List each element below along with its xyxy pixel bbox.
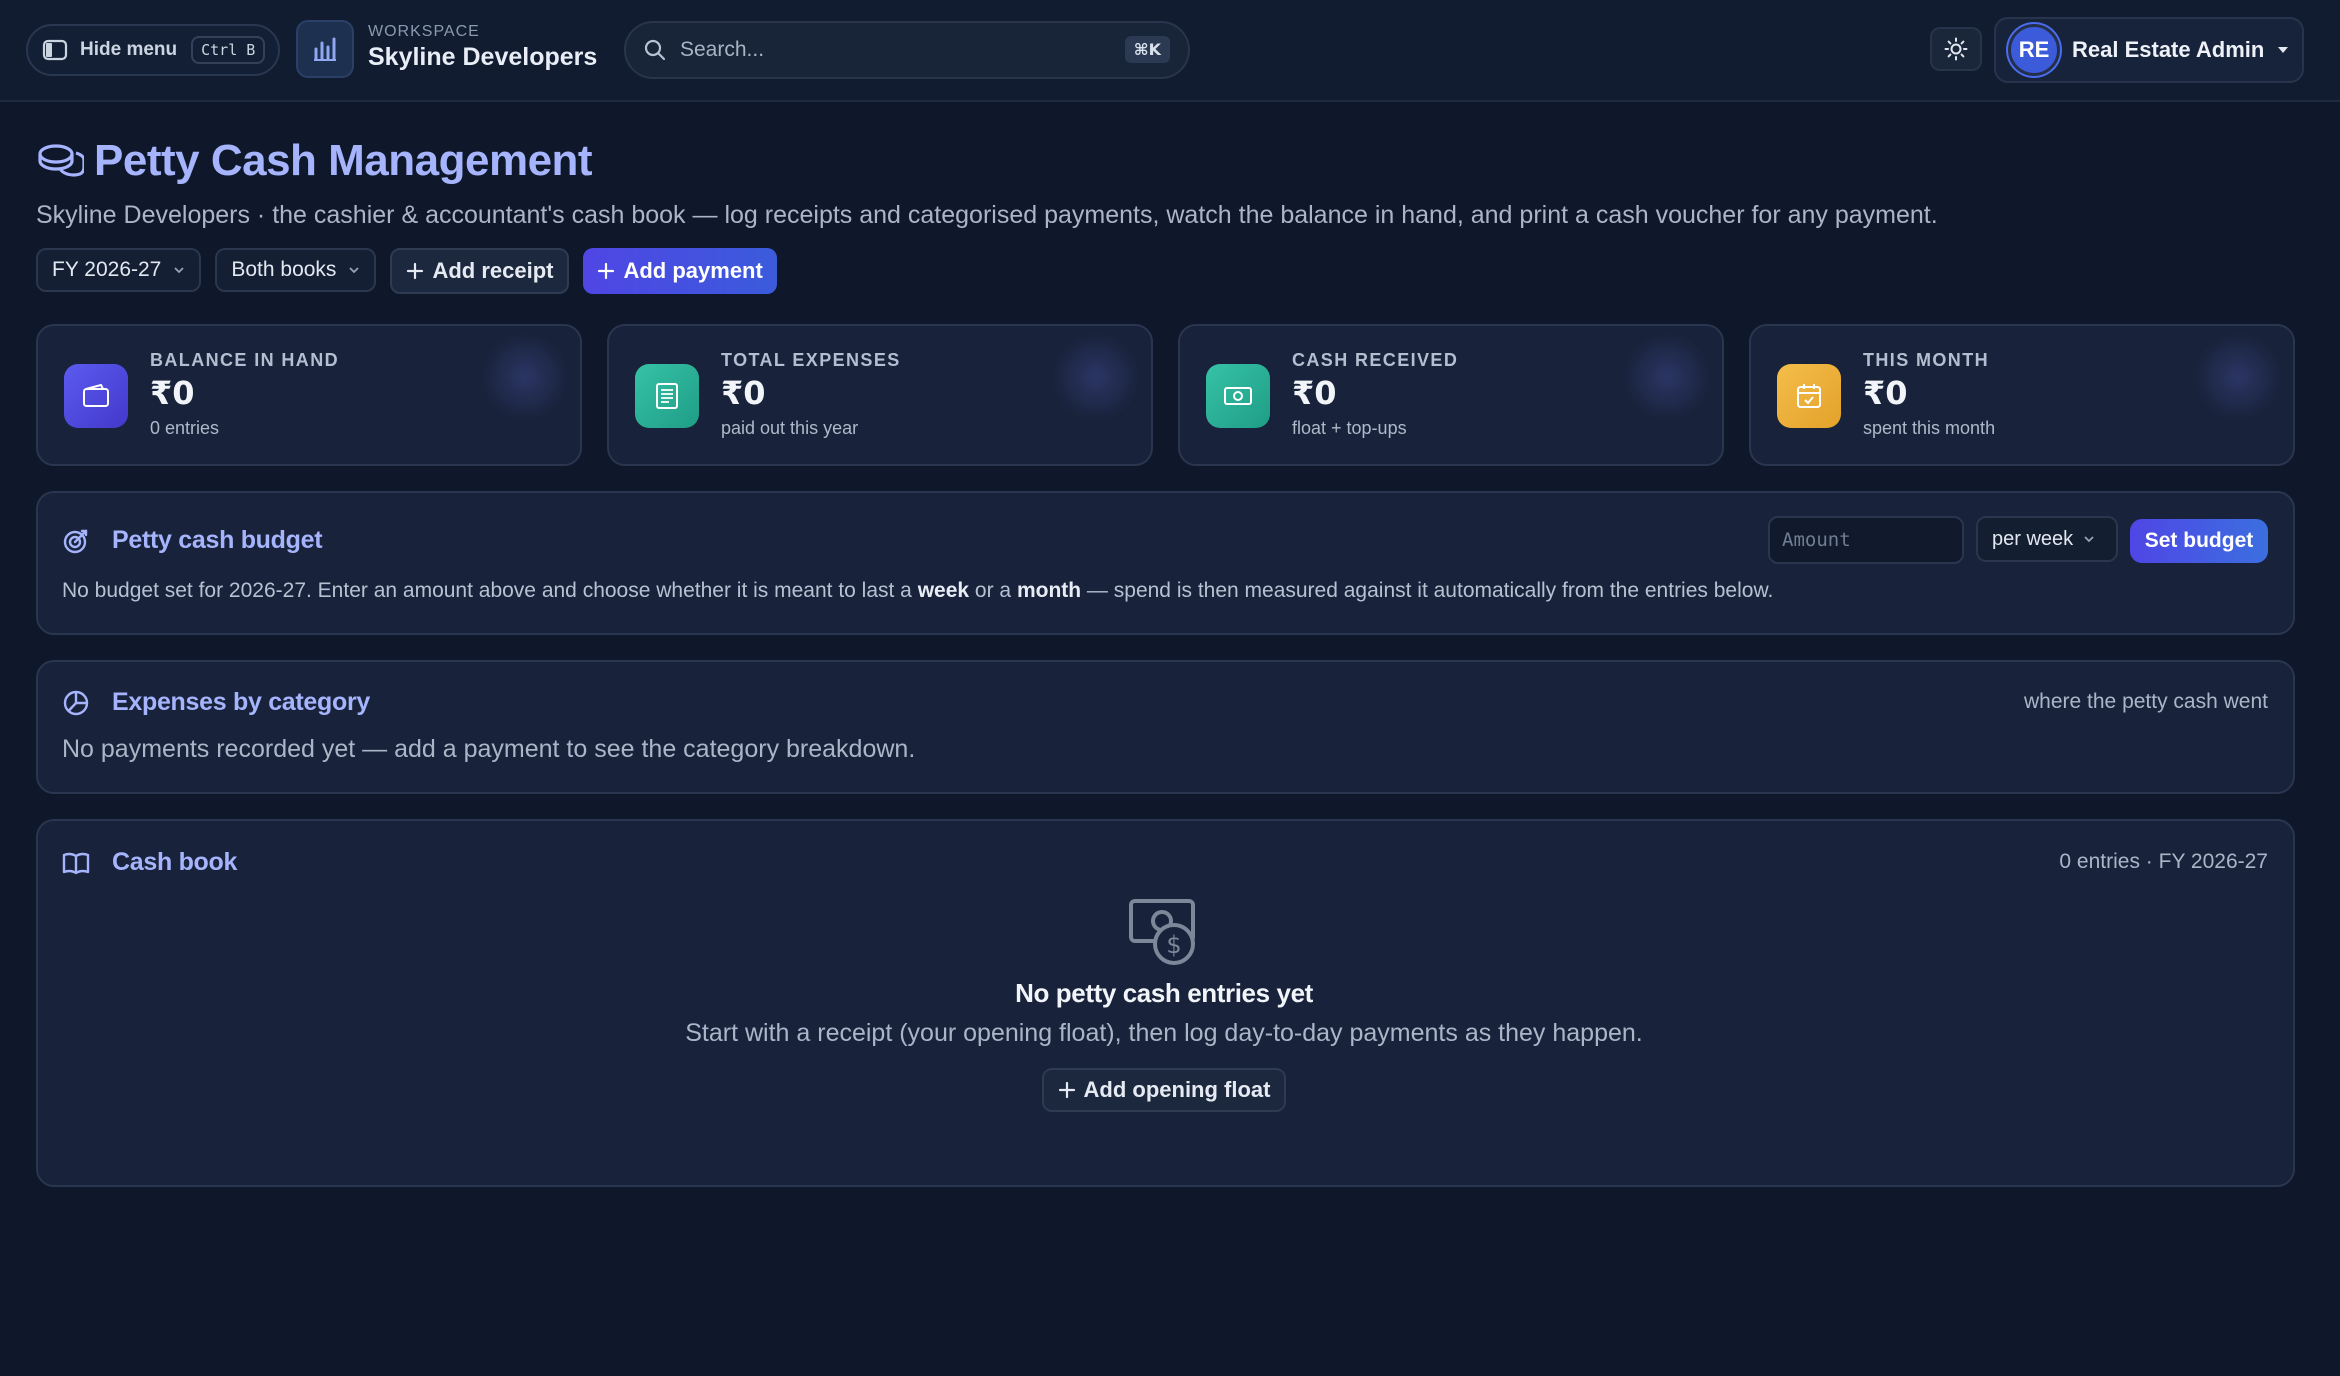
search-bar[interactable]: ⌘K xyxy=(624,21,1190,79)
budget-text-week: week xyxy=(917,579,970,602)
cash-book-empty-state: $ No petty cash entries yet Start with a… xyxy=(36,898,2292,1112)
fiscal-year-select[interactable]: FY 2026-27 xyxy=(36,248,202,292)
budget-amount-input[interactable] xyxy=(1768,516,1964,564)
stat-subtext: spent this month xyxy=(1863,418,1996,438)
card-glow xyxy=(1051,332,1141,422)
plus-icon xyxy=(597,262,615,280)
stat-subtext: paid out this year xyxy=(721,418,859,438)
category-empty-text: No payments recorded yet — add a payment… xyxy=(62,735,916,763)
stat-label: THIS MONTH xyxy=(1863,350,1989,370)
search-shortcut: ⌘K xyxy=(1124,36,1170,63)
stat-card-received: CASH RECEIVED ₹0 float + top-ups xyxy=(1178,324,1724,466)
cash-icon xyxy=(1206,364,1270,428)
fiscal-year-value: FY 2026-27 xyxy=(52,258,162,281)
category-title: Expenses by category xyxy=(112,688,371,716)
stat-card-expenses: TOTAL EXPENSES ₹0 paid out this year xyxy=(607,324,1153,466)
stat-value: ₹0 xyxy=(1292,374,1337,412)
add-receipt-button[interactable]: Add receipt xyxy=(390,248,570,294)
cash-book-title: Cash book xyxy=(112,848,238,876)
cash-book-header: Cash book xyxy=(62,848,237,877)
chevron-down-icon xyxy=(173,266,185,274)
card-glow xyxy=(1622,332,1712,422)
budget-header: Petty cash budget xyxy=(62,526,323,555)
calendar-check-icon xyxy=(1777,364,1841,428)
user-name: Real Estate Admin xyxy=(2072,37,2265,62)
card-glow xyxy=(2193,332,2283,422)
sun-icon xyxy=(1944,37,1968,61)
category-hint: where the petty cash went xyxy=(2024,690,2268,713)
empty-state-title: No petty cash entries yet xyxy=(1015,978,1313,1008)
category-card xyxy=(36,660,2295,794)
budget-title: Petty cash budget xyxy=(112,526,323,554)
stat-value: ₹0 xyxy=(150,374,195,412)
sidebar-toggle-icon xyxy=(42,39,68,61)
chevron-down-icon xyxy=(348,266,360,274)
wallet-icon xyxy=(64,364,128,428)
avatar: RE xyxy=(2008,24,2060,76)
book-open-icon xyxy=(62,849,90,877)
caret-down-icon xyxy=(2276,45,2290,55)
hide-menu-shortcut: Ctrl B xyxy=(191,36,266,64)
empty-state-text: Start with a receipt (your opening float… xyxy=(685,1019,1643,1047)
stat-card-balance: BALANCE IN HAND ₹0 0 entries xyxy=(36,324,582,466)
card-glow xyxy=(480,332,570,422)
stat-subtext: 0 entries xyxy=(150,418,220,438)
hide-menu-label: Hide menu xyxy=(80,39,178,60)
stat-value: ₹0 xyxy=(1863,374,1908,412)
search-input[interactable] xyxy=(680,38,1100,62)
budget-help-text: No budget set for 2026-27. Enter an amou… xyxy=(62,579,1773,603)
add-payment-label: Add payment xyxy=(623,258,763,283)
budget-text-part: No budget set for 2026-27. Enter an amou… xyxy=(62,579,918,602)
money-icon: $ xyxy=(36,898,2292,968)
stat-card-month: THIS MONTH ₹0 spent this month xyxy=(1749,324,2295,466)
workspace-label: WORKSPACE xyxy=(368,23,480,40)
page-header: Petty Cash Management xyxy=(36,136,593,186)
add-payment-button[interactable]: Add payment xyxy=(583,248,777,294)
page-title: Petty Cash Management xyxy=(94,136,593,185)
cash-book-meta: 0 entries · FY 2026-27 xyxy=(2059,850,2268,873)
budget-text-part: — spend is then measured against it auto… xyxy=(1081,579,1774,602)
top-bar: Hide menu Ctrl B WORKSPACE Skyline Devel… xyxy=(0,0,2340,102)
coins-icon xyxy=(36,141,84,181)
plus-icon xyxy=(1058,1081,1076,1099)
stat-label: TOTAL EXPENSES xyxy=(721,350,901,370)
toolbar: FY 2026-27 Both books Add receipt Add pa… xyxy=(36,248,777,294)
add-receipt-label: Add receipt xyxy=(432,258,554,283)
empty-state-actions: Add opening float xyxy=(36,1068,2292,1112)
stat-subtext: float + top-ups xyxy=(1292,418,1407,438)
hide-menu-button[interactable]: Hide menu Ctrl B xyxy=(26,24,280,76)
book-select-value: Both books xyxy=(231,258,337,281)
theme-toggle-button[interactable] xyxy=(1930,27,1982,71)
set-budget-button[interactable]: Set budget xyxy=(2130,519,2268,563)
bar-chart-icon[interactable] xyxy=(296,20,354,78)
budget-text-month: month xyxy=(1016,579,1082,602)
search-icon xyxy=(644,39,666,61)
budget-period-select[interactable]: per week xyxy=(1976,516,2118,562)
stat-value: ₹0 xyxy=(721,374,766,412)
workspace-name: Skyline Developers xyxy=(368,43,598,71)
stat-label: CASH RECEIVED xyxy=(1292,350,1459,370)
stat-label: BALANCE IN HAND xyxy=(150,350,339,370)
receipt-icon xyxy=(635,364,699,428)
chevron-down-icon xyxy=(2083,535,2095,543)
category-header: Expenses by category xyxy=(62,688,370,717)
budget-period-value: per week xyxy=(1992,527,2074,550)
target-icon xyxy=(62,527,90,555)
workspace-switcher[interactable]: WORKSPACE Skyline Developers xyxy=(368,23,597,72)
page-subtitle: Skyline Developers · the cashier & accou… xyxy=(36,201,1938,229)
plus-icon xyxy=(406,262,424,280)
budget-text-part: or a xyxy=(969,579,1017,602)
svg-text:$: $ xyxy=(1166,931,1181,959)
add-opening-float-button[interactable]: Add opening float xyxy=(1041,1068,1287,1112)
add-opening-float-label: Add opening float xyxy=(1083,1077,1271,1102)
pie-chart-icon xyxy=(62,689,90,717)
user-menu-button[interactable]: RE Real Estate Admin xyxy=(1994,17,2304,83)
book-select[interactable]: Both books xyxy=(215,248,377,292)
